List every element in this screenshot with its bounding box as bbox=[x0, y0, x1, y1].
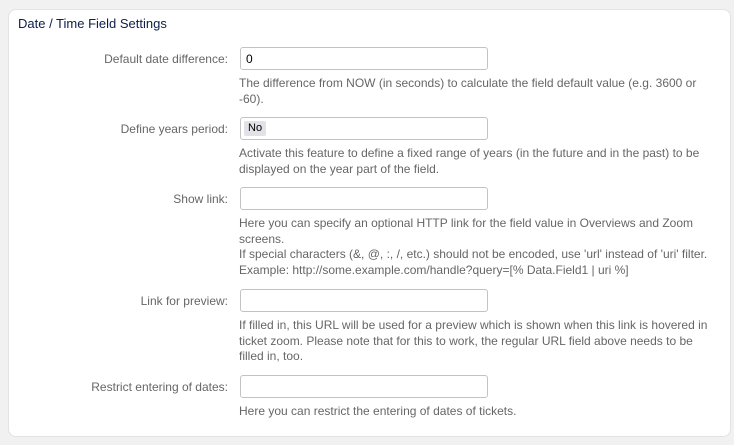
date-time-field-settings-panel: Date / Time Field Settings Default date … bbox=[8, 9, 731, 437]
show-link-description: Here you can specify an optional HTTP li… bbox=[239, 216, 719, 278]
show-link-example: Example: http://some.example.com/handle?… bbox=[239, 262, 629, 277]
default-date-difference-help-text: The difference from NOW (in seconds) to … bbox=[239, 76, 697, 106]
link-for-preview-description: If filled in, this URL will be used for … bbox=[239, 318, 719, 365]
default-date-difference-description: The difference from NOW (in seconds) to … bbox=[239, 76, 719, 107]
default-date-difference-input[interactable] bbox=[240, 47, 488, 70]
define-years-period-label: Define years period: bbox=[120, 122, 228, 136]
panel-title: Date / Time Field Settings bbox=[18, 16, 167, 31]
define-years-period-selected-value: No bbox=[244, 121, 267, 136]
define-years-period-select[interactable]: No bbox=[240, 117, 488, 140]
link-for-preview-label: Link for preview: bbox=[140, 294, 228, 308]
show-link-help-text: Here you can specify an optional HTTP li… bbox=[239, 216, 693, 246]
link-for-preview-help-text: If filled in, this URL will be used for … bbox=[239, 318, 708, 363]
show-link-input[interactable] bbox=[240, 187, 488, 210]
define-years-period-description: Activate this feature to define a fixed … bbox=[239, 146, 719, 177]
restrict-entering-of-dates-input[interactable] bbox=[240, 375, 488, 398]
show-link-encoding-note: If special characters (&, @, :, /, etc.)… bbox=[239, 247, 708, 261]
show-link-label: Show link: bbox=[173, 192, 228, 206]
default-date-difference-label: Default date difference: bbox=[104, 52, 228, 66]
restrict-entering-of-dates-description: Here you can restrict the entering of da… bbox=[239, 404, 719, 420]
restrict-entering-of-dates-help-text: Here you can restrict the entering of da… bbox=[239, 404, 517, 418]
define-years-period-help-text: Activate this feature to define a fixed … bbox=[239, 146, 700, 176]
link-for-preview-input[interactable] bbox=[240, 289, 488, 312]
restrict-entering-of-dates-label: Restrict entering of dates: bbox=[91, 380, 228, 394]
